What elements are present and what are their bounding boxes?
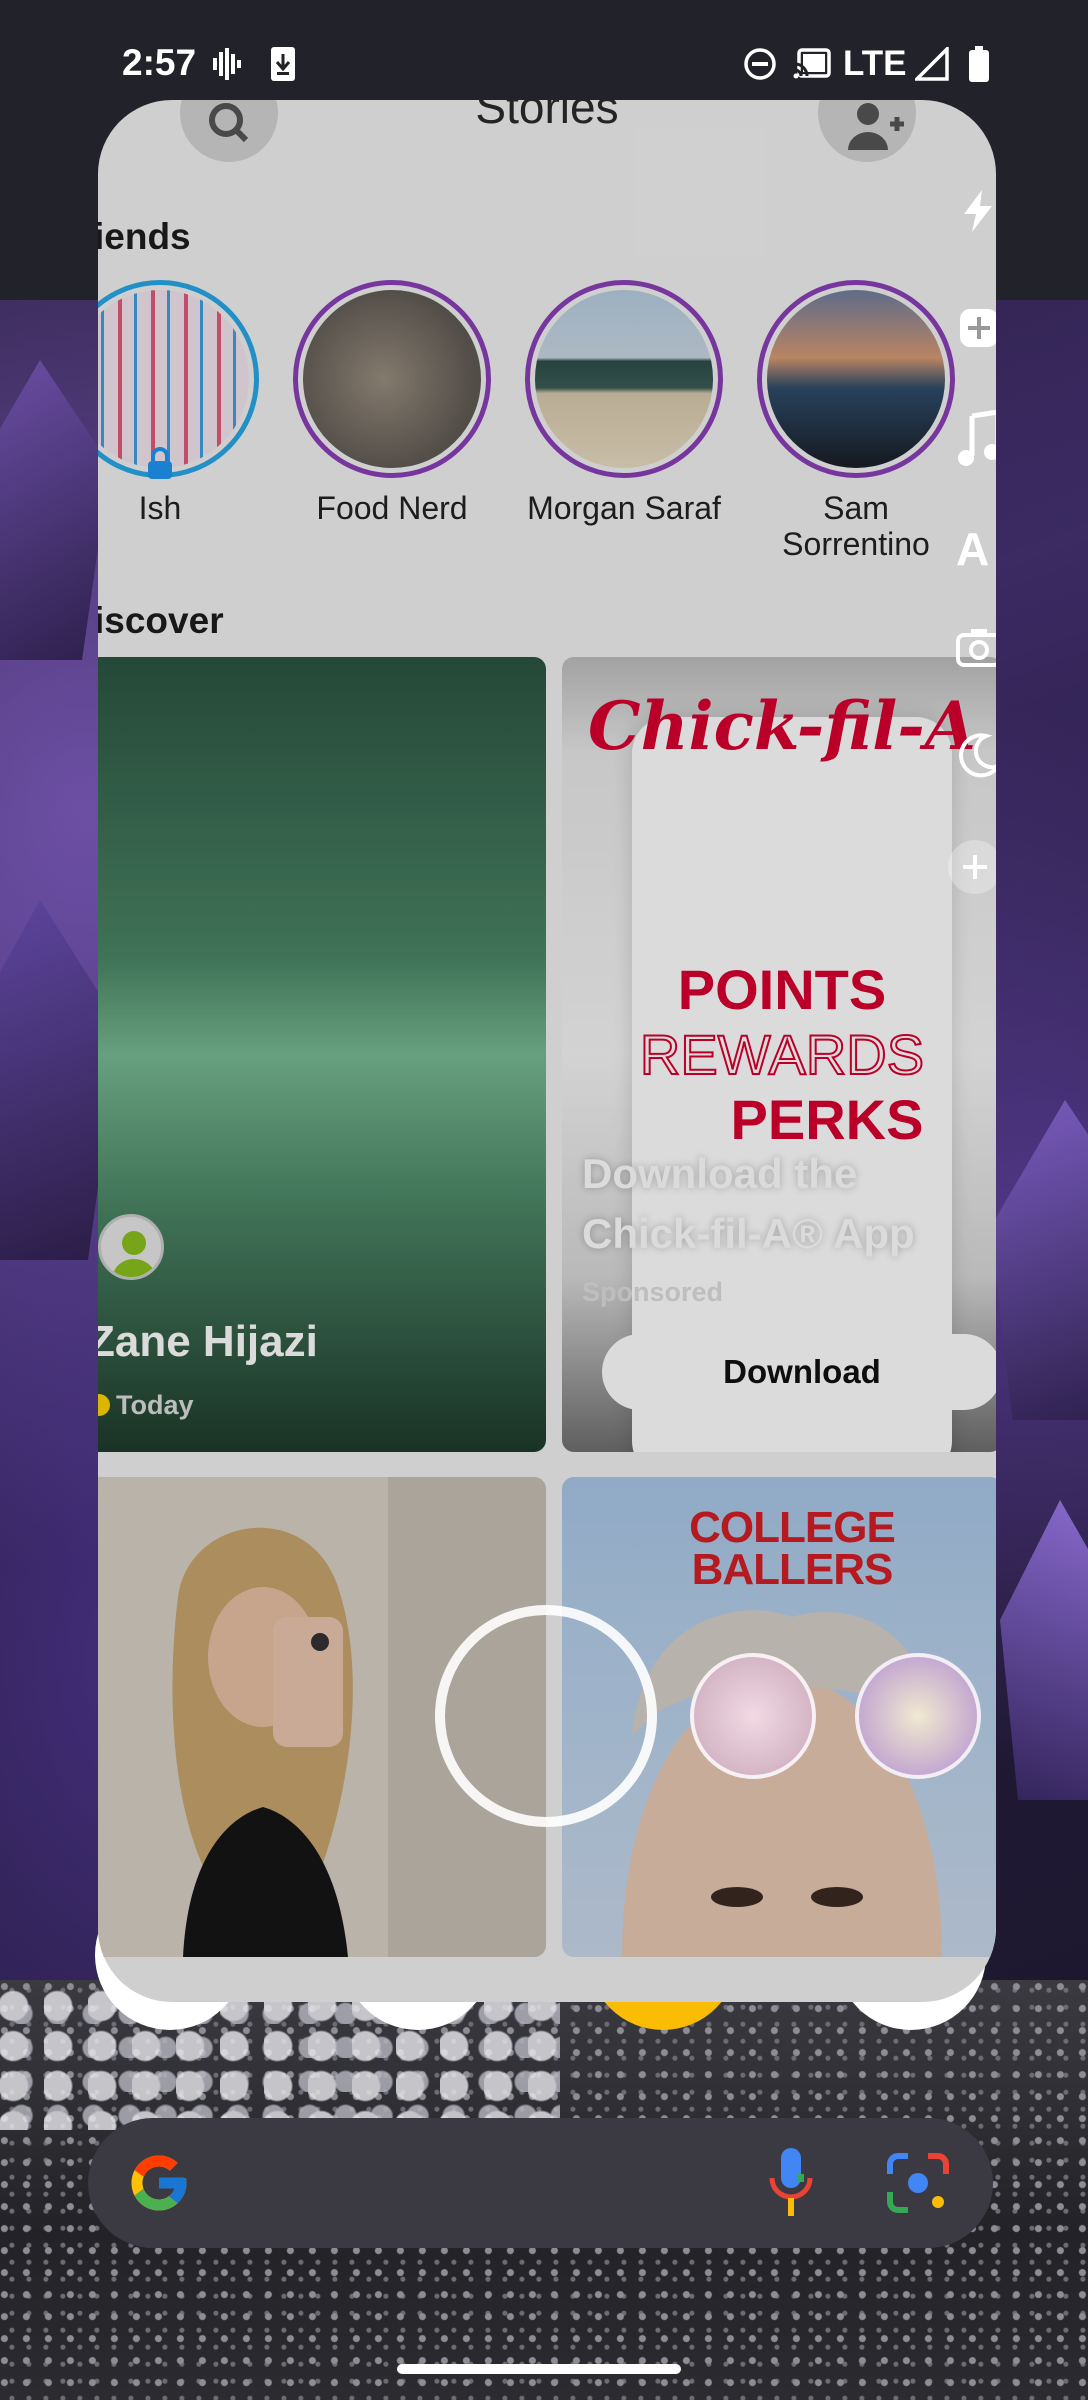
night-mode-icon[interactable] (956, 732, 996, 778)
voicemail-icon (212, 46, 242, 82)
snapchat-app-card[interactable]: Stories iends Ish Food Nerd Morgan Saraf… (98, 100, 996, 2002)
story-ish[interactable]: Ish (98, 280, 265, 526)
flash-icon[interactable] (956, 188, 996, 234)
story-ring (757, 280, 955, 478)
google-logo-icon (126, 2150, 192, 2221)
do-not-disturb-icon (742, 46, 778, 82)
add-icon[interactable] (956, 305, 996, 351)
lens-thumbnail[interactable] (690, 1653, 816, 1779)
story-morgan-saraf[interactable]: Morgan Saraf (519, 280, 729, 526)
google-lens-icon[interactable] (886, 2152, 950, 2219)
download-icon (268, 46, 298, 82)
network-type: LTE (843, 44, 907, 83)
publisher-name: Zane Hijazi (98, 1317, 318, 1366)
cast-icon (792, 46, 832, 82)
camera-shutter-button[interactable] (435, 1605, 657, 1827)
story-ring (525, 280, 723, 478)
more-icon[interactable] (948, 840, 996, 894)
story-name: Ish (138, 490, 182, 526)
text-icon[interactable]: A (956, 522, 996, 575)
story-name: Food Nerd (316, 490, 468, 526)
gesture-navigation-bar[interactable] (397, 2364, 681, 2374)
music-icon[interactable] (956, 409, 996, 466)
tile-title: COLLEGE BALLERS (689, 1503, 896, 1594)
promo-text: POINTS (677, 958, 887, 1021)
avatar (98, 1214, 164, 1280)
discover-tile-zane-hijazi[interactable]: Zane Hijazi Today (98, 657, 546, 1452)
lock-icon (145, 447, 175, 481)
ad-headline: Download the Chick-fil-A® App (582, 1150, 915, 1257)
status-dot (98, 1394, 110, 1416)
sponsored-label: Sponsored (582, 1277, 724, 1307)
status-bar: 2:57 LTE (0, 30, 1088, 105)
google-search-bar[interactable] (88, 2118, 993, 2248)
story-thumbnail (98, 290, 249, 468)
story-ring (98, 280, 259, 481)
brand-logo: Chick-fil-A (588, 687, 976, 765)
microphone-icon[interactable] (768, 2148, 814, 2223)
battery-icon (966, 46, 992, 82)
story-sam-sorrentino[interactable]: Sam Sorrentino (751, 280, 961, 562)
publish-date: Today (116, 1390, 194, 1420)
story-name: Morgan Saraf (527, 490, 721, 526)
story-thumbnail (535, 290, 713, 468)
story-ring (293, 280, 491, 478)
promo-text: PERKS (730, 1088, 924, 1151)
story-name: Sam Sorrentino (782, 490, 930, 562)
story-thumbnail (767, 290, 945, 468)
clock: 2:57 (122, 42, 197, 83)
friends-section-title: iends (98, 216, 191, 257)
lte-signal-icon (914, 46, 950, 82)
camera-flip-icon[interactable] (956, 625, 996, 671)
discover-section-title: iscover (98, 600, 224, 641)
story-food-nerd[interactable]: Food Nerd (287, 280, 497, 526)
discover-tile-ad[interactable]: Chick-fil-A POINTS REWARDS PERKS Downloa… (562, 657, 996, 1452)
lens-thumbnail[interactable] (855, 1653, 981, 1779)
promo-text: REWARDS (639, 1022, 925, 1087)
download-button[interactable]: Download (602, 1334, 996, 1410)
add-friend-icon[interactable] (818, 100, 916, 162)
story-thumbnail (303, 290, 481, 468)
